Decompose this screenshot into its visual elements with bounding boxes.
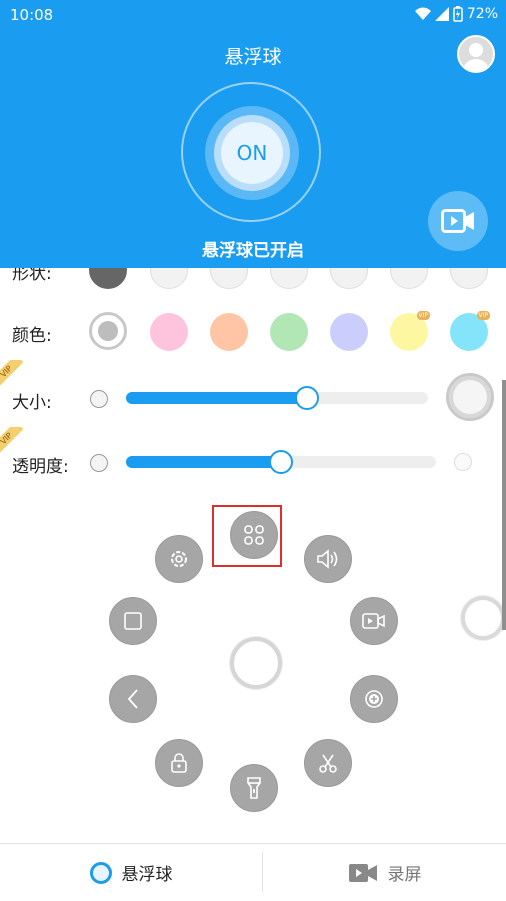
video-icon [441, 209, 474, 233]
floating-ball-status: 悬浮球已开启 [202, 241, 304, 261]
tab-floating-ball[interactable]: 悬浮球 [0, 844, 262, 901]
size-slider[interactable] [126, 392, 428, 404]
size-preview-ball [446, 373, 494, 421]
tab-screen-record[interactable]: 录屏 [263, 844, 506, 901]
menu-record-button[interactable] [350, 597, 398, 645]
user-icon [463, 43, 489, 71]
vip-badge: VIP [416, 311, 430, 320]
size-label: 大小: [12, 393, 52, 413]
status-time: 10:08 [10, 6, 54, 24]
opacity-slider-fill [126, 456, 281, 468]
lock-icon [171, 753, 187, 773]
size-min-indicator [90, 390, 108, 408]
tab-screen-record-label: 录屏 [387, 865, 422, 885]
toggle-label: ON [236, 141, 268, 165]
opacity-slider-thumb[interactable] [269, 450, 293, 474]
menu-lock-button[interactable] [155, 739, 203, 787]
volume-icon [317, 549, 338, 569]
color-pink-option[interactable] [150, 313, 188, 351]
flashlight-icon [247, 777, 261, 799]
opacity-min-indicator [90, 454, 108, 472]
battery-icon [453, 6, 463, 22]
avatar[interactable] [457, 35, 495, 73]
color-label: 颜色: [12, 326, 52, 346]
bottom-nav: 悬浮球 录屏 [0, 843, 506, 901]
scissors-icon [319, 754, 337, 773]
floating-ball-tab-icon [89, 861, 112, 884]
wifi-icon [414, 7, 431, 20]
battery-level: 72% [466, 6, 498, 22]
color-yellow-option[interactable]: VIP [390, 311, 430, 351]
menu-home-button[interactable] [109, 597, 157, 645]
color-orange-option[interactable] [210, 313, 248, 351]
edge-floating-ball[interactable] [461, 596, 505, 640]
opacity-preview-ball [454, 453, 472, 471]
add-icon [365, 690, 383, 708]
page-title: 悬浮球 [224, 46, 282, 68]
color-purple-option[interactable] [330, 313, 368, 351]
settings-icon [171, 551, 187, 567]
menu-add-button[interactable] [350, 675, 398, 723]
apps-icon [244, 525, 264, 545]
scrollbar[interactable] [502, 380, 506, 630]
record-fab-button[interactable] [428, 191, 488, 251]
status-indicators: 72% [414, 6, 498, 22]
color-green-option[interactable] [270, 313, 308, 351]
back-icon [127, 689, 138, 709]
floating-ball-toggle-button[interactable]: ON [221, 122, 283, 184]
color-gray-option[interactable] [89, 312, 127, 350]
tab-floating-ball-label: 悬浮球 [121, 865, 173, 885]
menu-settings-button[interactable] [155, 535, 203, 583]
menu-flashlight-button[interactable] [230, 764, 278, 812]
color-selected-dot [98, 321, 118, 341]
signal-icon [434, 7, 449, 21]
menu-back-button[interactable] [109, 675, 157, 723]
menu-screenshot-button[interactable] [304, 739, 352, 787]
size-slider-thumb[interactable] [295, 386, 320, 410]
color-cyan-option[interactable]: VIP [450, 311, 490, 351]
size-vip-ribbon: VIP [0, 360, 30, 390]
menu-volume-button[interactable] [304, 535, 352, 583]
screen-record-icon [362, 613, 385, 629]
menu-apps-button[interactable] [230, 511, 278, 559]
vip-badge: VIP [476, 311, 490, 320]
size-slider-fill [126, 392, 308, 404]
opacity-label: 透明度: [12, 457, 69, 477]
square-icon [124, 612, 142, 630]
floating-ball-preview[interactable] [230, 637, 282, 689]
video-camera-icon [348, 863, 377, 882]
